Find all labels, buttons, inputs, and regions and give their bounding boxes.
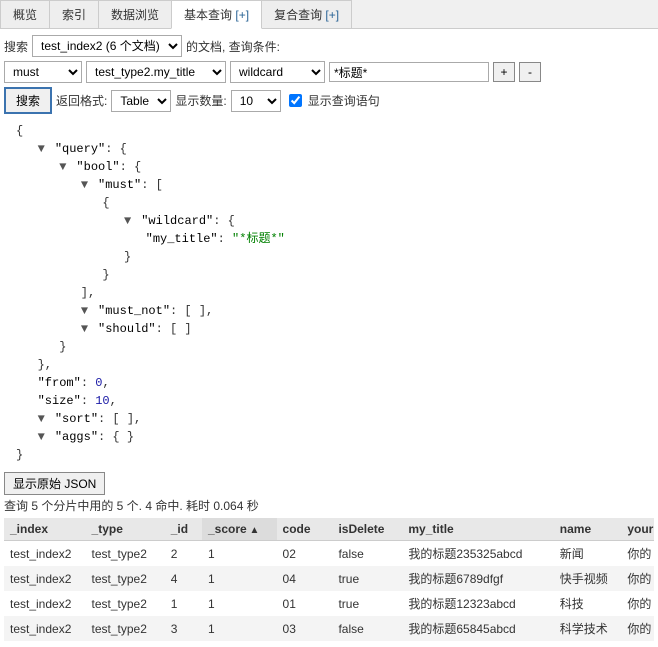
cell-_score: 1 <box>202 616 277 641</box>
query-json-preview: { ▼ "query": { ▼ "bool": { ▼ "must": [ {… <box>4 118 654 472</box>
col-your[interactable]: your <box>621 518 654 541</box>
cell-your: 你的 <box>621 591 654 616</box>
cell-_index: test_index2 <box>4 541 86 567</box>
query-clause-row: must test_type2.my_title wildcard + - <box>4 61 654 83</box>
tab-4[interactable]: 复合查询 [+] <box>261 0 352 28</box>
col-code[interactable]: code <box>277 518 333 541</box>
cell-my_title: 我的标题65845abcd <box>402 616 553 641</box>
search-label-mid: 的文档, 查询条件: <box>186 38 280 55</box>
sort-asc-icon: ▲ <box>247 525 260 536</box>
cell-_id: 3 <box>165 616 202 641</box>
add-clause-button[interactable]: + <box>493 62 515 82</box>
cell-_index: test_index2 <box>4 616 86 641</box>
return-format-label: 返回格式: <box>56 92 107 109</box>
cell-_index: test_index2 <box>4 566 86 591</box>
cell-_id: 4 <box>165 566 202 591</box>
result-status: 查询 5 个分片中用的 5 个. 4 命中. 耗时 0.064 秒 <box>4 495 654 518</box>
cell-my_title: 我的标题6789dfgf <box>402 566 553 591</box>
tab-3[interactable]: 基本查询 [+] <box>171 0 262 29</box>
cell-code: 01 <box>277 591 333 616</box>
cell-my_title: 我的标题235325abcd <box>402 541 553 567</box>
cell-code: 04 <box>277 566 333 591</box>
operator-select[interactable]: wildcard <box>230 61 325 83</box>
cell-name: 科技 <box>554 591 622 616</box>
table-row[interactable]: test_index2test_type24104true我的标题6789dfg… <box>4 566 654 591</box>
cell-your: 你的 <box>621 616 654 641</box>
col-_id[interactable]: _id <box>165 518 202 541</box>
results-table: _index_type_id_score ▲codeisDeletemy_tit… <box>4 518 654 641</box>
return-format-select[interactable]: Table <box>111 90 171 112</box>
col-name[interactable]: name <box>554 518 622 541</box>
cell-name: 快手视频 <box>554 566 622 591</box>
index-select[interactable]: test_index2 (6 个文档) <box>32 35 182 57</box>
show-query-label: 显示查询语句 <box>308 92 380 109</box>
table-row[interactable]: test_index2test_type23103false我的标题65845a… <box>4 616 654 641</box>
search-button[interactable]: 搜索 <box>4 87 52 114</box>
cell-my_title: 我的标题12323abcd <box>402 591 553 616</box>
cell-_type: test_type2 <box>86 566 165 591</box>
tab-1[interactable]: 索引 <box>49 0 99 28</box>
tab-plus-icon[interactable]: [+] <box>322 8 339 22</box>
cell-your: 你的 <box>621 541 654 567</box>
col-my_title[interactable]: my_title <box>402 518 553 541</box>
cell-_score: 1 <box>202 566 277 591</box>
table-row[interactable]: test_index2test_type21101true我的标题12323ab… <box>4 591 654 616</box>
search-index-row: 搜索 test_index2 (6 个文档) 的文档, 查询条件: <box>4 35 654 57</box>
cell-name: 新闻 <box>554 541 622 567</box>
cell-code: 03 <box>277 616 333 641</box>
cell-_score: 1 <box>202 591 277 616</box>
cell-_index: test_index2 <box>4 591 86 616</box>
show-query-checkbox[interactable] <box>289 94 302 107</box>
tab-plus-icon[interactable]: [+] <box>232 8 249 22</box>
page-size-select[interactable]: 10 <box>231 90 281 112</box>
col-_type[interactable]: _type <box>86 518 165 541</box>
cell-isDelete: false <box>332 616 402 641</box>
controls-row: 搜索 返回格式: Table 显示数量: 10 显示查询语句 <box>4 87 654 114</box>
cell-_type: test_type2 <box>86 591 165 616</box>
cell-isDelete: false <box>332 541 402 567</box>
page-size-label: 显示数量: <box>175 92 226 109</box>
bool-type-select[interactable]: must <box>4 61 82 83</box>
col-_score[interactable]: _score ▲ <box>202 518 277 541</box>
tab-bar: 概览索引数据浏览基本查询 [+]复合查询 [+] <box>0 0 658 29</box>
cell-isDelete: true <box>332 591 402 616</box>
tab-2[interactable]: 数据浏览 <box>98 0 172 28</box>
tab-0[interactable]: 概览 <box>0 0 50 28</box>
table-row[interactable]: test_index2test_type22102false我的标题235325… <box>4 541 654 567</box>
cell-code: 02 <box>277 541 333 567</box>
field-select[interactable]: test_type2.my_title <box>86 61 226 83</box>
col-isDelete[interactable]: isDelete <box>332 518 402 541</box>
remove-clause-button[interactable]: - <box>519 62 541 82</box>
cell-_id: 2 <box>165 541 202 567</box>
cell-your: 你的 <box>621 566 654 591</box>
show-raw-json-button[interactable]: 显示原始 JSON <box>4 472 105 495</box>
col-_index[interactable]: _index <box>4 518 86 541</box>
cell-_id: 1 <box>165 591 202 616</box>
cell-isDelete: true <box>332 566 402 591</box>
search-label: 搜索 <box>4 38 28 55</box>
cell-_type: test_type2 <box>86 541 165 567</box>
cell-_type: test_type2 <box>86 616 165 641</box>
value-input[interactable] <box>329 62 489 82</box>
cell-name: 科学技术 <box>554 616 622 641</box>
cell-_score: 1 <box>202 541 277 567</box>
